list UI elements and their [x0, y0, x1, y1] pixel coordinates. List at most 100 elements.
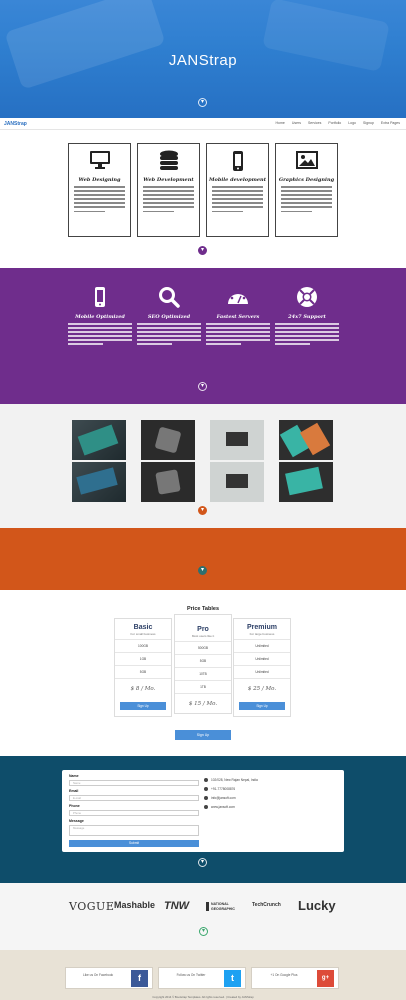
twitter-icon[interactable]: t [224, 970, 241, 987]
dashboard-icon [228, 289, 248, 304]
portfolio-image[interactable] [141, 420, 195, 460]
logo-lucky: Lucky [298, 898, 336, 913]
hero-banner: JANStrap ▾ [0, 0, 406, 118]
message-field[interactable]: Message [69, 825, 199, 836]
signup-main-button[interactable]: Sign Up [175, 730, 231, 740]
envelope-icon [204, 796, 208, 800]
scroll-down-icon[interactable]: ▾ [199, 927, 208, 936]
copyright-text: Copyright 2014 © Bootstrap Templates. Al… [152, 995, 254, 999]
service-title: Web Development [143, 177, 194, 183]
pricing-section: Price Tables Basic For small business 10… [0, 590, 406, 756]
name-label: Name [69, 774, 79, 778]
plan-subtitle: For small business [130, 632, 156, 636]
phone-info: +91-7778008876 [204, 787, 235, 791]
pricing-plan-pro: Pro Most users like it 500GB 5GB 10TB 1T… [174, 614, 232, 714]
email-info[interactable]: info@jansoft.com [204, 796, 236, 800]
twitter-box[interactable]: Follow us On Twitter t [158, 967, 246, 989]
phone-icon [232, 151, 243, 171]
scroll-down-icon[interactable]: ▾ [198, 858, 207, 867]
nav-item-home[interactable]: Home [275, 121, 284, 125]
plan-feature: 100GB [115, 639, 171, 652]
portfolio-image[interactable] [72, 420, 126, 460]
hero-title: JANStrap [168, 52, 238, 69]
google-plus-text: +1 On Google Plus [270, 973, 298, 977]
plan-feature: Unlimited [234, 639, 290, 652]
image-icon [295, 151, 318, 169]
plan-name: Pro [197, 626, 209, 633]
scroll-down-icon[interactable]: ▾ [198, 246, 207, 255]
twitter-text: Follow us On Twitter [176, 973, 206, 977]
scroll-down-icon[interactable]: ▾ [198, 98, 207, 107]
navbar: JANStrap Home Users Services Portfolio L… [0, 118, 406, 130]
service-title: Graphics Designing [278, 177, 335, 183]
email-field[interactable]: E-mail [69, 795, 199, 801]
feature-title: SEO Optimized [147, 314, 191, 320]
globe-icon [204, 805, 208, 809]
portfolio-image[interactable] [72, 462, 126, 502]
logo-vogue: VOGUE [69, 900, 115, 913]
signup-button[interactable]: Sign Up [239, 702, 285, 710]
facebook-icon[interactable]: f [131, 970, 148, 987]
logo-tnw: TNW [164, 900, 190, 912]
nav-item-extra-pages[interactable]: Extra Pages [381, 121, 400, 125]
phone-field[interactable]: Phone [69, 810, 199, 816]
nav-item-users[interactable]: Users [292, 121, 301, 125]
client-logos-section: VOGUE Mashable TNW NATIONAL GEOGRAPHIC T… [0, 883, 406, 950]
logo-techcrunch: TechCrunch [252, 902, 281, 908]
email-label: Email [69, 789, 79, 793]
phone-icon [204, 787, 208, 791]
service-card: Graphics Designing [275, 143, 338, 237]
service-card: Web Designing [68, 143, 131, 237]
plan-price: $ 8 / Mo. [115, 678, 171, 698]
nav-item-services[interactable]: Services [308, 121, 321, 125]
plan-feature: 500GB [175, 641, 231, 654]
magnifier-icon [159, 287, 180, 308]
nav-item-signup[interactable]: Signup [363, 121, 374, 125]
signup-button[interactable]: Sign Up [120, 702, 166, 710]
portfolio-image[interactable] [141, 462, 195, 502]
plan-feature: 1GB [115, 652, 171, 665]
brand-logo[interactable]: JANStrap [4, 121, 27, 127]
scroll-down-icon[interactable]: ▾ [198, 382, 207, 391]
portfolio-image[interactable] [210, 462, 264, 502]
google-plus-icon[interactable]: g+ [317, 970, 334, 987]
plan-name: Basic [133, 624, 153, 631]
address-info: 102/028, New Rajan Nepal, India [204, 778, 258, 782]
plan-feature: Unlimited [234, 665, 290, 678]
nav-item-portfolio[interactable]: Portfolio [328, 121, 341, 125]
nav-item-logo[interactable]: Logo [348, 121, 356, 125]
portfolio-image[interactable] [279, 462, 333, 502]
portfolio-image[interactable] [210, 420, 264, 460]
plan-subtitle: For large business [249, 632, 275, 636]
features-section: Mobile Optimized SEO Optimized Fastest S… [0, 268, 406, 404]
facebook-box[interactable]: Like us On Facebook f [65, 967, 153, 989]
plan-price: $ 25 / Mo. [234, 678, 290, 698]
scroll-down-icon[interactable]: ▾ [198, 506, 207, 515]
social-section: Like us On Facebook f Follow us On Twitt… [0, 950, 406, 1000]
plan-feature: 1TB [175, 680, 231, 693]
phone-label: Phone [69, 804, 80, 808]
name-field[interactable]: Name [69, 780, 199, 786]
nav-menu: Home Users Services Portfolio Logo Signu… [275, 121, 400, 125]
pricing-title: Price Tables [187, 606, 219, 612]
portfolio-section: ▾ [0, 404, 406, 528]
submit-button[interactable]: Submit [69, 840, 199, 847]
feature-title: 24x7 Support [288, 314, 326, 320]
logo-mashable: Mashable [114, 900, 156, 910]
pricing-plan-premium: Premium For large business Unlimited Unl… [233, 618, 291, 717]
google-plus-box[interactable]: +1 On Google Plus g+ [251, 967, 339, 989]
service-description [143, 186, 194, 215]
service-title: Web Designing [78, 177, 121, 183]
service-card: Mobile development [206, 143, 269, 237]
scroll-down-icon[interactable]: ▾ [198, 566, 207, 575]
monitor-icon [89, 151, 110, 169]
service-description [74, 186, 125, 215]
service-description [212, 186, 263, 215]
website-info[interactable]: www.jansoft.com [204, 805, 235, 809]
portfolio-image[interactable] [279, 420, 333, 460]
facebook-text: Like us On Facebook [82, 973, 114, 977]
contact-section: Name Name Email E-mail Phone Phone Messa… [0, 756, 406, 883]
message-label: Message [69, 819, 84, 823]
orange-banner: ▾ [0, 528, 406, 590]
phone-icon [95, 287, 105, 307]
